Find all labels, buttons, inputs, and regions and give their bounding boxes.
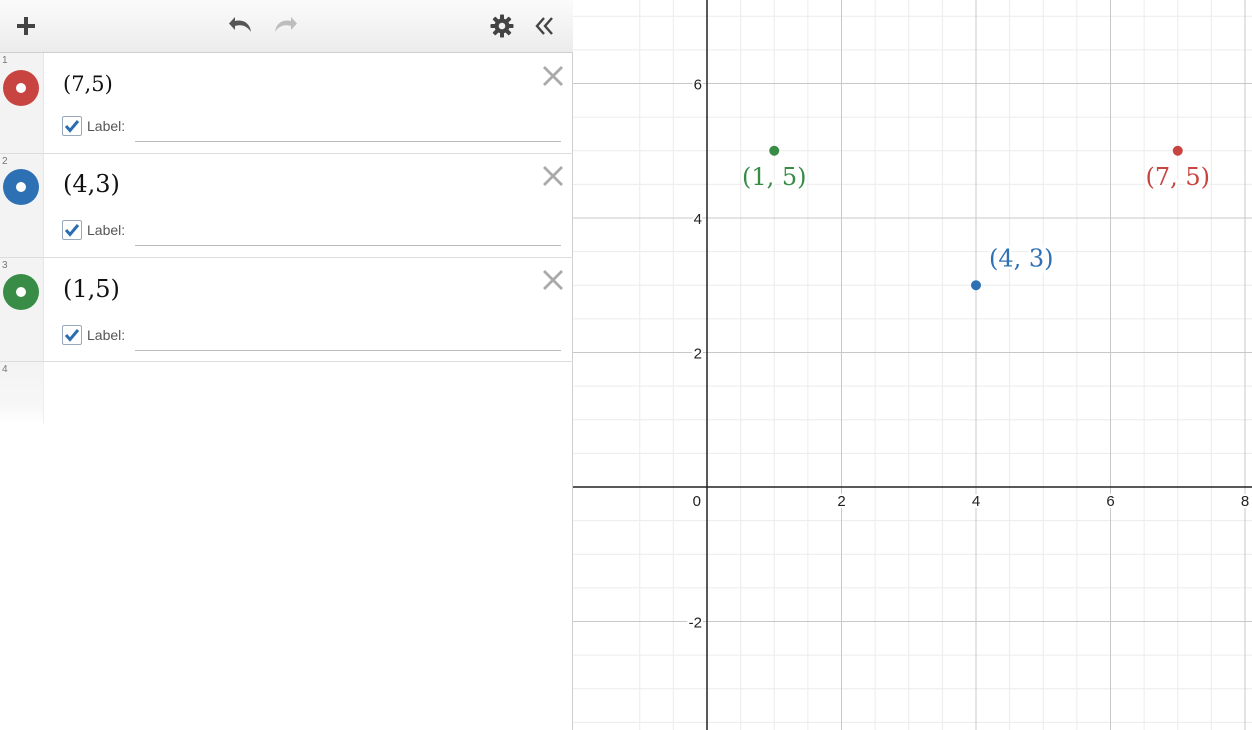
collapse-panel-button[interactable] (528, 10, 562, 42)
expression-item[interactable]: 1 (7,5) Label: (0, 53, 573, 154)
expression-math[interactable]: (7,5) (63, 72, 113, 96)
tick-label: 2 (837, 493, 845, 510)
color-dot (16, 182, 26, 192)
point-marker[interactable] (971, 280, 981, 291)
double-chevron-left-icon (535, 17, 553, 35)
expression-math[interactable]: (4,3) (63, 170, 120, 198)
graphing-calculator: 1 (7,5) Label: 2 (4,3) Label: 3 (1,5) La… (0, 0, 1252, 730)
label-toggle-row: Label: (62, 219, 125, 241)
expression-panel: 1 (7,5) Label: 2 (4,3) Label: 3 (1,5) La… (0, 0, 573, 730)
redo-button[interactable] (268, 10, 302, 42)
tick-label: 6 (694, 77, 702, 94)
checkmark-icon (64, 120, 80, 133)
tick-label: 0 (693, 493, 701, 510)
plus-icon (17, 17, 35, 35)
label-caption: Label: (87, 327, 126, 343)
tick-label: -2 (689, 615, 702, 632)
color-dot (16, 287, 26, 297)
expression-gutter: 1 (0, 53, 44, 153)
expression-math[interactable]: (1,5) (63, 275, 120, 303)
label-toggle-row: Label: (62, 324, 125, 346)
delete-expression-icon[interactable] (541, 268, 565, 292)
add-item-button[interactable] (9, 10, 43, 42)
point-marker[interactable] (1172, 145, 1183, 156)
redo-icon (275, 17, 297, 32)
undo-button[interactable] (224, 10, 258, 42)
checkmark-icon (64, 224, 80, 237)
label-input[interactable] (135, 329, 561, 351)
graph-canvas[interactable]: 00 22 44 66 88-2-2224466 (7, 5)(7, 5)(4, 3)(… (573, 0, 1252, 730)
color-dot (16, 83, 26, 93)
point-label: (1, 5) (742, 163, 807, 191)
tick-label: 2 (694, 346, 702, 363)
label-checkbox[interactable] (62, 325, 82, 345)
gear-icon (490, 14, 514, 38)
tick-label: 8 (1241, 493, 1249, 510)
expression-gutter: 4 (0, 362, 44, 424)
expression-item[interactable]: 3 (1,5) Label: (0, 258, 573, 362)
expression-toolbar (0, 0, 573, 53)
undo-icon (229, 17, 251, 32)
label-caption: Label: (87, 118, 126, 134)
new-expression-item[interactable]: 4 (0, 362, 573, 424)
expression-item[interactable]: 2 (4,3) Label: (0, 154, 573, 258)
expression-index: 2 (2, 156, 8, 167)
label-toggle-row: Label: (62, 115, 125, 137)
expression-gutter: 3 (0, 258, 44, 361)
point-label: (4, 3) (989, 244, 1054, 272)
tick-label: 6 (1106, 493, 1114, 510)
expression-index: 3 (2, 260, 8, 271)
tick-label: 4 (972, 493, 980, 510)
point-label: (7, 5) (1145, 163, 1210, 191)
label-input[interactable] (135, 224, 561, 246)
label-caption: Label: (87, 222, 126, 238)
tick-label: 4 (694, 211, 702, 228)
expression-index: 1 (2, 55, 8, 66)
checkmark-icon (64, 329, 80, 342)
delete-expression-icon[interactable] (541, 164, 565, 188)
label-input[interactable] (135, 120, 561, 142)
color-toggle[interactable] (3, 169, 39, 205)
graph-paper[interactable]: 0 0 2 2 4 4 6 6 8 8 -2 -2 2 2 4 4 6 6 (7, 5) (7, 5) (4, 3)(… (573, 0, 1252, 730)
delete-expression-icon[interactable] (541, 64, 565, 88)
color-toggle[interactable] (3, 274, 39, 310)
color-toggle[interactable] (3, 70, 39, 106)
point-marker[interactable] (769, 145, 780, 156)
settings-button[interactable] (485, 10, 519, 42)
label-checkbox[interactable] (62, 116, 82, 136)
expression-index: 4 (2, 364, 8, 375)
expression-gutter: 2 (0, 154, 44, 257)
label-checkbox[interactable] (62, 220, 82, 240)
